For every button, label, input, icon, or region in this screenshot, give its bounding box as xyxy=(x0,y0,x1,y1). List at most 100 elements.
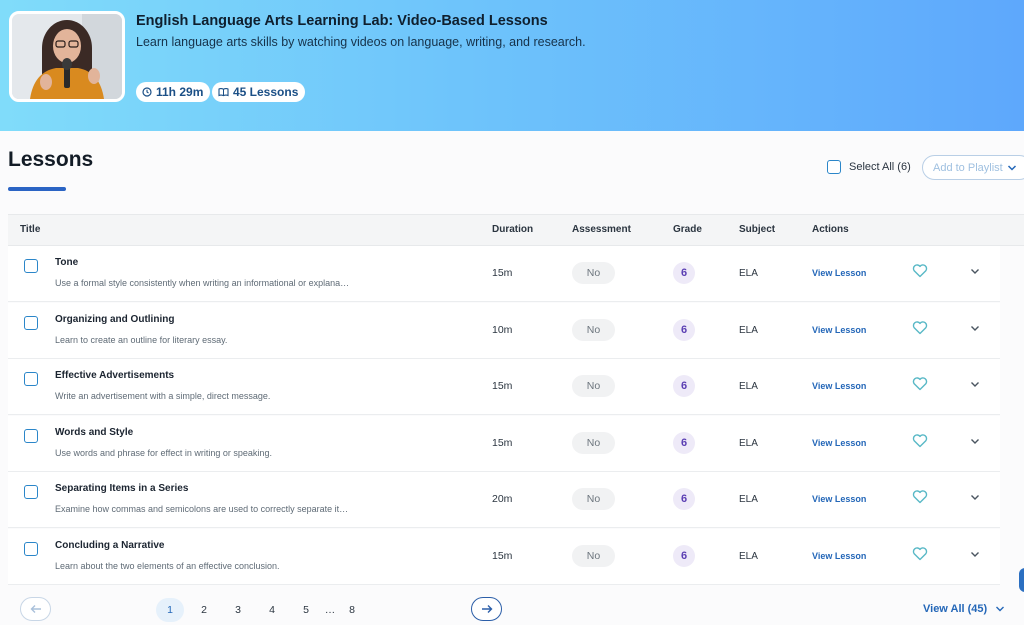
assessment-badge: No xyxy=(572,319,615,341)
column-header-assessment: Assessment xyxy=(572,224,631,235)
heart-icon[interactable] xyxy=(912,489,928,504)
assessment-badge: No xyxy=(572,545,615,567)
help-widget-button[interactable] xyxy=(1019,568,1024,592)
arrow-left-icon xyxy=(30,605,41,613)
assessment-badge: No xyxy=(572,432,615,454)
column-header-subject: Subject xyxy=(739,224,776,235)
assessment-badge: No xyxy=(572,375,615,397)
view-lesson-link[interactable]: View Lesson xyxy=(812,494,866,504)
column-header-title: Title xyxy=(20,224,41,235)
lessons-count-text: 45 Lessons xyxy=(233,85,299,99)
lesson-title[interactable]: Words and Style xyxy=(55,427,133,438)
lesson-description: Learn to create an outline for literary … xyxy=(55,335,228,345)
row-checkbox[interactable] xyxy=(24,429,38,443)
view-all-label: View All (45) xyxy=(923,603,988,615)
lesson-description: Write an advertisement with a simple, di… xyxy=(55,391,271,401)
lesson-duration: 15m xyxy=(492,267,513,279)
lesson-duration: 20m xyxy=(492,493,513,505)
page-button-3[interactable]: 3 xyxy=(224,598,252,622)
row-checkbox[interactable] xyxy=(24,316,38,330)
lesson-duration: 15m xyxy=(492,437,513,449)
table-row[interactable]: Concluding a Narrative Learn about the t… xyxy=(8,529,1000,585)
lesson-subject: ELA xyxy=(739,551,758,562)
page-button-1[interactable]: 1 xyxy=(156,598,184,622)
lesson-subject: ELA xyxy=(739,438,758,449)
course-thumbnail[interactable] xyxy=(9,11,125,102)
view-lesson-link[interactable]: View Lesson xyxy=(812,551,866,561)
assessment-badge: No xyxy=(572,262,615,284)
lessons-heading-underline xyxy=(8,187,66,191)
duration-text: 11h 29m xyxy=(156,85,204,99)
chevron-down-icon xyxy=(1007,164,1016,171)
duration-badge: 11h 29m xyxy=(136,82,211,102)
arrow-right-icon xyxy=(481,605,492,613)
heart-icon[interactable] xyxy=(912,433,928,448)
table-row[interactable]: Tone Use a formal style consistently whe… xyxy=(8,246,1000,302)
view-lesson-link[interactable]: View Lesson xyxy=(812,381,866,391)
view-lesson-link[interactable]: View Lesson xyxy=(812,268,866,278)
select-all-control[interactable]: Select All (6) xyxy=(827,160,911,174)
row-checkbox[interactable] xyxy=(24,259,38,273)
lesson-title[interactable]: Concluding a Narrative xyxy=(55,540,164,551)
lessons-badge: 45 Lessons xyxy=(212,82,306,102)
chevron-down-icon[interactable] xyxy=(969,435,981,447)
chevron-down-icon[interactable] xyxy=(969,548,981,560)
course-title: English Language Arts Learning Lab: Vide… xyxy=(136,13,548,29)
grade-badge: 6 xyxy=(673,262,695,284)
lesson-description: Use words and phrase for effect in writi… xyxy=(55,448,272,458)
heart-icon[interactable] xyxy=(912,320,928,335)
add-to-playlist-label: Add to Playlist xyxy=(933,161,1003,174)
lesson-description: Learn about the two elements of an effec… xyxy=(55,561,280,571)
chevron-down-icon[interactable] xyxy=(969,265,981,277)
row-checkbox[interactable] xyxy=(24,372,38,386)
lesson-subject: ELA xyxy=(739,268,758,279)
instructor-image xyxy=(12,14,122,99)
chevron-down-icon[interactable] xyxy=(969,491,981,503)
table-row[interactable]: Words and Style Use words and phrase for… xyxy=(8,416,1000,472)
column-header-actions: Actions xyxy=(812,224,849,235)
view-lesson-link[interactable]: View Lesson xyxy=(812,438,866,448)
chevron-down-icon[interactable] xyxy=(969,378,981,390)
page-button-4[interactable]: 4 xyxy=(258,598,286,622)
lesson-duration: 15m xyxy=(492,550,513,562)
page-button-2[interactable]: 2 xyxy=(190,598,218,622)
chevron-down-icon[interactable] xyxy=(969,322,981,334)
course-subtitle: Learn language arts skills by watching v… xyxy=(136,35,586,49)
lesson-title[interactable]: Effective Advertisements xyxy=(55,370,174,381)
view-all-button[interactable]: View All (45) xyxy=(923,603,1005,615)
table-row[interactable]: Effective Advertisements Write an advert… xyxy=(8,359,1000,415)
lessons-heading: Lessons xyxy=(8,148,94,171)
lesson-title[interactable]: Tone xyxy=(55,257,78,268)
table-row[interactable]: Separating Items in a Series Examine how… xyxy=(8,472,1000,528)
lesson-duration: 10m xyxy=(492,324,513,336)
lesson-description: Examine how commas and semicolons are us… xyxy=(55,504,349,514)
table-row[interactable]: Organizing and Outlining Learn to create… xyxy=(8,303,1000,359)
heart-icon[interactable] xyxy=(912,263,928,278)
previous-page-button[interactable] xyxy=(20,597,51,621)
grade-badge: 6 xyxy=(673,545,695,567)
grade-badge: 6 xyxy=(673,319,695,341)
lesson-subject: ELA xyxy=(739,381,758,392)
lesson-duration: 15m xyxy=(492,380,513,392)
heart-icon[interactable] xyxy=(912,376,928,391)
next-page-button[interactable] xyxy=(471,597,502,621)
lesson-title[interactable]: Organizing and Outlining xyxy=(55,314,174,325)
select-all-label: Select All (6) xyxy=(849,161,911,173)
grade-badge: 6 xyxy=(673,432,695,454)
row-checkbox[interactable] xyxy=(24,485,38,499)
lesson-title[interactable]: Separating Items in a Series xyxy=(55,483,188,494)
column-header-grade: Grade xyxy=(673,224,702,235)
add-to-playlist-button[interactable]: Add to Playlist xyxy=(922,155,1024,180)
heart-icon[interactable] xyxy=(912,546,928,561)
column-header-duration: Duration xyxy=(492,224,534,235)
lesson-subject: ELA xyxy=(739,325,758,336)
assessment-badge: No xyxy=(572,488,615,510)
page-button-8[interactable]: 8 xyxy=(338,598,366,622)
grade-badge: 6 xyxy=(673,375,695,397)
view-lesson-link[interactable]: View Lesson xyxy=(812,325,866,335)
clock-icon xyxy=(142,87,152,97)
lesson-description: Use a formal style consistently when wri… xyxy=(55,278,350,288)
row-checkbox[interactable] xyxy=(24,542,38,556)
select-all-checkbox[interactable] xyxy=(827,160,841,174)
grade-badge: 6 xyxy=(673,488,695,510)
